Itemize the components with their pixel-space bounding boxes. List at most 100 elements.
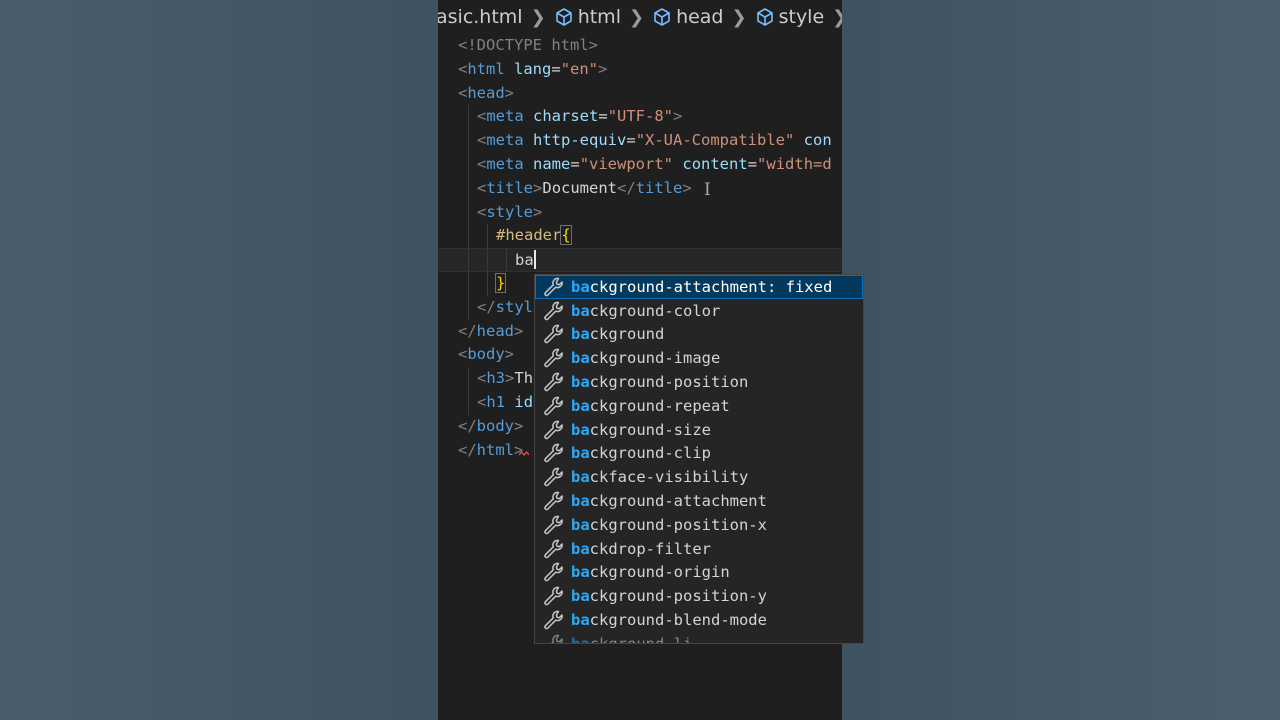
chevron-right-icon: ❯ — [731, 6, 747, 28]
code-line: <!DOCTYPE html> — [438, 34, 842, 58]
code-line: #header{ — [438, 224, 842, 249]
cube-icon — [755, 7, 775, 27]
wrench-icon — [537, 585, 571, 607]
suggestion-item[interactable]: ba ckdrop-filter — [535, 537, 863, 561]
tag-body-close: body — [476, 416, 514, 435]
attr-id: id — [514, 392, 534, 411]
attr-charset-value: "UTF-8" — [607, 107, 674, 126]
attr-http-equiv-value: "X-UA-Compatible" — [635, 131, 795, 150]
suggestion-item[interactable]: ba ckground-attachment: fixed — [535, 275, 863, 299]
suggestion-label: ckground-blend-mode — [589, 611, 767, 630]
suggestion-label: ckground-attachment: fixed — [589, 277, 833, 296]
wrench-icon — [537, 490, 571, 512]
background-left — [0, 0, 438, 720]
wrench-icon — [537, 371, 571, 393]
text-cursor-icon: I — [704, 179, 711, 200]
suggestion-match: ba — [571, 301, 590, 320]
breadcrumb-html-label: html — [577, 6, 621, 28]
tag-meta: meta — [486, 154, 524, 173]
suggestion-item[interactable]: ba ckground-position-y — [535, 584, 863, 608]
css-selector: #header — [496, 226, 562, 245]
suggestion-item[interactable]: ba ckground-attachment — [535, 489, 863, 513]
suggestion-item[interactable]: ba ckground-position — [535, 370, 863, 394]
suggestion-match: ba — [571, 396, 590, 415]
suggestion-label: ckground-size — [589, 420, 711, 439]
code-line: <head> — [458, 83, 515, 102]
suggestion-item[interactable]: ba ckground-position-x — [535, 513, 863, 537]
tag-meta: meta — [486, 107, 524, 126]
suggestion-item[interactable]: ba ckground-image — [535, 346, 863, 370]
wrench-icon — [537, 538, 571, 560]
wrench-icon — [537, 442, 571, 464]
cube-icon — [652, 7, 672, 27]
background-right — [842, 0, 1280, 720]
cube-icon — [554, 7, 574, 27]
tag-style-close: styl — [495, 297, 533, 316]
suggestion-item[interactable]: ba ckground — [535, 323, 863, 347]
brace-close: } — [494, 272, 507, 293]
wrench-icon — [537, 395, 571, 417]
tag-title: title — [486, 178, 534, 197]
suggestion-item[interactable]: ba ckface-visibility — [535, 465, 863, 489]
wrench-icon — [537, 419, 571, 441]
suggestion-match: ba — [571, 634, 590, 644]
suggestion-item[interactable]: ba ckground-blend-mode — [535, 608, 863, 632]
wrench-icon — [537, 514, 571, 536]
tag-h3: h3 — [486, 369, 506, 388]
breadcrumb-html[interactable]: html — [554, 6, 621, 28]
suggestion-label: ckground-image — [589, 349, 721, 368]
suggestion-match: ba — [571, 325, 590, 344]
breadcrumb-style[interactable]: style — [755, 6, 825, 28]
suggestion-label: ckground — [589, 325, 665, 344]
typed-text: ba — [515, 251, 534, 270]
attr-name: name — [533, 154, 571, 173]
suggestion-match: ba — [571, 468, 590, 487]
attr-content-value: "width=d — [757, 154, 832, 173]
suggestion-item[interactable]: ba ckground-clip — [535, 442, 863, 466]
wrench-icon — [537, 633, 571, 643]
tag-html: html — [467, 59, 505, 78]
wrench-icon — [537, 323, 571, 345]
suggestion-label: ckground-position — [589, 373, 749, 392]
wrench-icon — [537, 276, 571, 298]
attr-http-equiv: http-equiv — [533, 131, 627, 150]
tag-meta: meta — [486, 131, 524, 150]
suggestion-label: ckground-attachment — [589, 492, 767, 511]
breadcrumb-file[interactable]: asic.html — [438, 6, 523, 28]
attr-name-value: "viewport" — [579, 154, 674, 173]
suggestion-match: ba — [571, 563, 590, 582]
suggestion-item[interactable]: ba ckground-size — [535, 418, 863, 442]
suggestion-label: ckground-clip — [589, 444, 711, 463]
breadcrumb-head[interactable]: head — [652, 6, 724, 28]
suggestion-item[interactable]: ba ckground-li — [535, 632, 863, 644]
chevron-right-icon: ❯ — [628, 6, 645, 28]
suggestion-label: ckground-color — [589, 301, 721, 320]
code-line: <meta charset="UTF-8"> — [438, 105, 842, 130]
tag-style: style — [486, 202, 534, 221]
breadcrumb: asic.html ❯ html ❯ head ❯ style ❯ { — [438, 0, 842, 34]
wrench-icon — [537, 609, 571, 631]
suggestion-label: ckdrop-filter — [589, 539, 711, 558]
code-line: <meta http-equiv="X-UA-Compatible" con — [438, 129, 842, 153]
suggestion-item[interactable]: ba ckground-origin — [535, 561, 863, 585]
suggestion-item[interactable]: ba ckground-color — [535, 299, 863, 323]
suggestion-match: ba — [571, 349, 590, 368]
suggestion-match: ba — [571, 611, 590, 630]
suggestion-label: ckface-visibility — [589, 468, 749, 487]
suggestion-label: ckground-position-y — [589, 587, 767, 606]
autocomplete-suggest-widget[interactable]: ba ckground-attachment: fixed ba ckground-c… — [534, 274, 864, 644]
tag-h1: h1 — [486, 392, 506, 411]
breadcrumb-style-label: style — [778, 6, 825, 28]
text-caret — [533, 250, 536, 270]
code-line-current[interactable]: ba — [438, 248, 842, 272]
breadcrumb-head-label: head — [676, 6, 724, 28]
chevron-right-icon: ❯ — [530, 6, 546, 28]
suggestion-match: ba — [571, 444, 590, 463]
suggestion-item[interactable]: ba ckground-repeat — [535, 394, 863, 418]
suggestion-match: ba — [571, 539, 590, 558]
suggestion-match: ba — [571, 373, 590, 392]
title-text: Document — [542, 178, 618, 197]
chevron-right-icon: ❯ — [832, 7, 842, 28]
code-line: <html lang="en"> — [458, 59, 608, 78]
tag-body: body — [467, 345, 505, 364]
